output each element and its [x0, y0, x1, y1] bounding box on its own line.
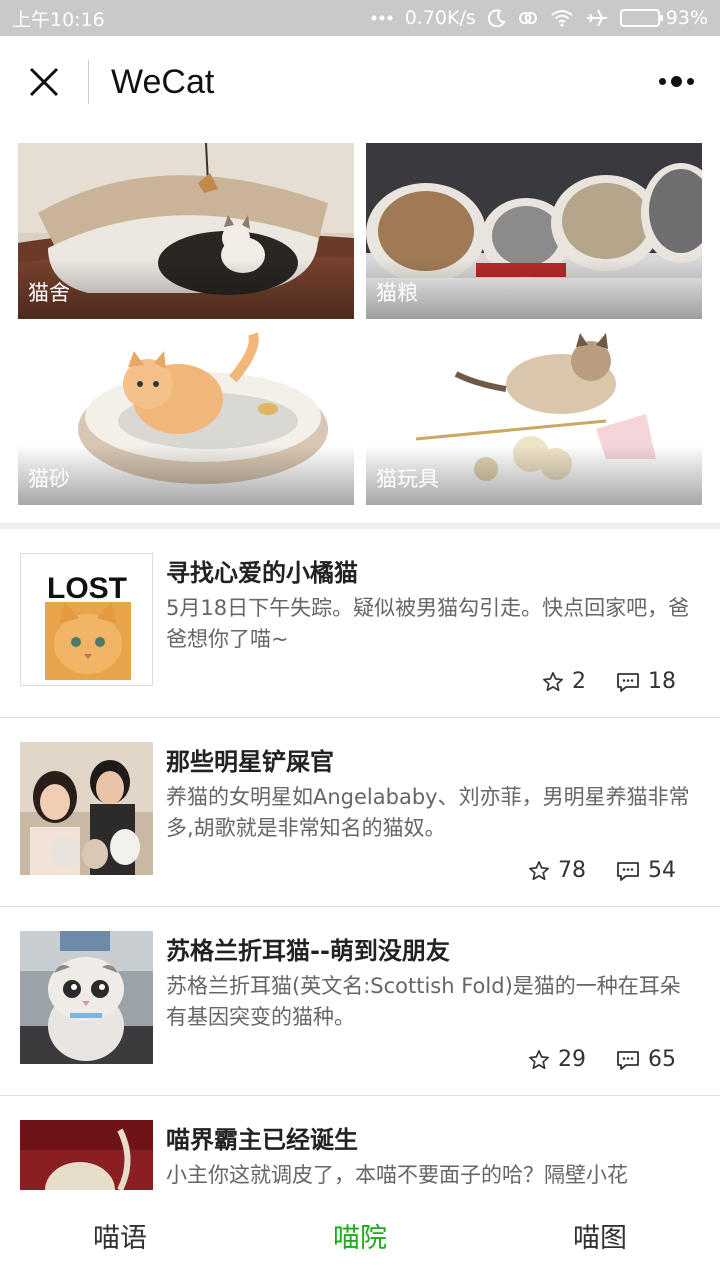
post-thumbnail — [20, 931, 153, 1064]
post-description: 5月18日下午失踪。疑似被男猫勾引走。快点回家吧，爸爸想你了喵~ — [166, 596, 690, 651]
link-icon — [518, 9, 538, 27]
comment-count: 65 — [648, 1047, 676, 1072]
more-menu-icon-dot — [686, 77, 694, 85]
post-item[interactable]: LOST 寻找心爱的小橘猫 5月18日下午失踪。疑似被男猫勾引走。快点回家吧，爸… — [0, 529, 720, 718]
comment-button[interactable]: 18 — [616, 669, 676, 694]
star-icon — [529, 1049, 549, 1069]
comment-button[interactable]: 65 — [616, 1047, 676, 1072]
post-item[interactable]: 那些明星铲屎官 养猫的女明星如Angelababy、刘亦菲，男明星养猫非常多,胡… — [0, 718, 720, 907]
close-button[interactable] — [0, 36, 88, 128]
status-bar: 上午10:16 0.70K/s 93% — [0, 0, 720, 36]
like-button[interactable]: 78 — [528, 858, 586, 883]
post-description: 小主你这就调皮了，本喵不要面子的哈？隔壁小花 — [166, 1163, 628, 1187]
status-time: 上午10:16 — [12, 8, 105, 31]
celebrities-with-cats-image — [20, 742, 153, 875]
category-tile-cat-house[interactable]: 猫舍 — [18, 143, 354, 319]
post-item[interactable]: 苏格兰折耳猫--萌到没朋友 苏格兰折耳猫(英文名:Scottish Fold)是… — [0, 907, 720, 1096]
close-icon — [29, 67, 59, 97]
tab-meow-yard[interactable]: 喵院 — [240, 1216, 480, 1255]
post-stats: 29 65 — [528, 1047, 676, 1072]
comment-icon — [617, 672, 639, 692]
more-menu-button[interactable] — [656, 66, 696, 96]
battery-icon: 93% — [619, 7, 708, 29]
post-stats: 2 18 — [542, 669, 676, 694]
scottish-fold-cat-image — [20, 931, 153, 1064]
lost-poster-text: LOST — [47, 572, 127, 605]
star-count: 29 — [558, 1047, 586, 1072]
post-title: 喵界霸主已经诞生 — [166, 1126, 358, 1154]
category-tile-cat-litter[interactable]: 猫砂 — [18, 329, 354, 505]
airplane-icon — [586, 8, 608, 28]
more-menu-icon-dot — [658, 77, 666, 85]
bottom-tab-bar: 喵语 喵院 喵图 — [0, 1190, 720, 1280]
category-label: 猫粮 — [376, 281, 418, 305]
star-icon — [529, 860, 549, 880]
tab-meow-talk[interactable]: 喵语 — [0, 1216, 240, 1255]
like-button[interactable]: 29 — [528, 1047, 586, 1072]
comment-button[interactable]: 54 — [616, 858, 676, 883]
wifi-icon — [550, 9, 574, 27]
category-tile-cat-toys[interactable]: 猫玩具 — [366, 329, 702, 505]
battery-percent: 93% — [665, 7, 708, 29]
category-tile-cat-food[interactable]: 猫粮 — [366, 143, 702, 319]
comment-icon — [617, 861, 639, 881]
post-title: 那些明星铲屎官 — [166, 748, 334, 776]
post-feed: LOST 寻找心爱的小橘猫 5月18日下午失踪。疑似被男猫勾引走。快点回家吧，爸… — [0, 529, 720, 1190]
post-thumbnail — [20, 742, 153, 875]
battery-shell — [619, 9, 663, 27]
more-dots-icon — [371, 15, 393, 21]
post-title: 寻找心爱的小橘猫 — [166, 559, 358, 587]
post-description: 苏格兰折耳猫(英文名:Scottish Fold)是猫的一种在耳朵有基因突变的猫… — [166, 974, 681, 1029]
post-title: 苏格兰折耳猫--萌到没朋友 — [166, 937, 450, 965]
star-icon — [543, 671, 563, 691]
like-button[interactable]: 2 — [542, 669, 586, 694]
network-speed: 0.70K/s — [404, 7, 476, 29]
comment-count: 18 — [648, 669, 676, 694]
moon-icon — [487, 9, 506, 27]
category-label: 猫玩具 — [376, 467, 439, 491]
post-thumbnail: LOST — [20, 553, 153, 686]
post-thumbnail — [20, 1120, 153, 1190]
star-count: 2 — [572, 669, 586, 694]
comment-count: 54 — [648, 858, 676, 883]
post-description: 养猫的女明星如Angelababy、刘亦菲，男明星养猫非常多,胡歌就是非常知名的… — [166, 785, 690, 840]
nav-divider — [88, 60, 89, 104]
star-count: 78 — [558, 858, 586, 883]
page-title: WeCat — [111, 62, 215, 101]
status-icons: 0.70K/s 93% — [371, 7, 708, 29]
nav-bar: WeCat — [0, 36, 720, 128]
post-stats: 78 54 — [528, 858, 676, 883]
lost-cat-poster-image: LOST — [21, 554, 152, 685]
more-menu-icon-dot — [670, 75, 682, 87]
cat-on-red-background-image — [20, 1120, 153, 1190]
tab-meow-pics[interactable]: 喵图 — [480, 1216, 720, 1255]
category-grid: 猫舍 猫粮 猫砂 猫玩具 — [18, 143, 702, 505]
category-label: 猫舍 — [28, 281, 70, 305]
category-label: 猫砂 — [28, 467, 70, 491]
post-item[interactable]: 喵界霸主已经诞生 小主你这就调皮了，本喵不要面子的哈？隔壁小花 — [0, 1096, 720, 1190]
comment-icon — [617, 1050, 639, 1070]
